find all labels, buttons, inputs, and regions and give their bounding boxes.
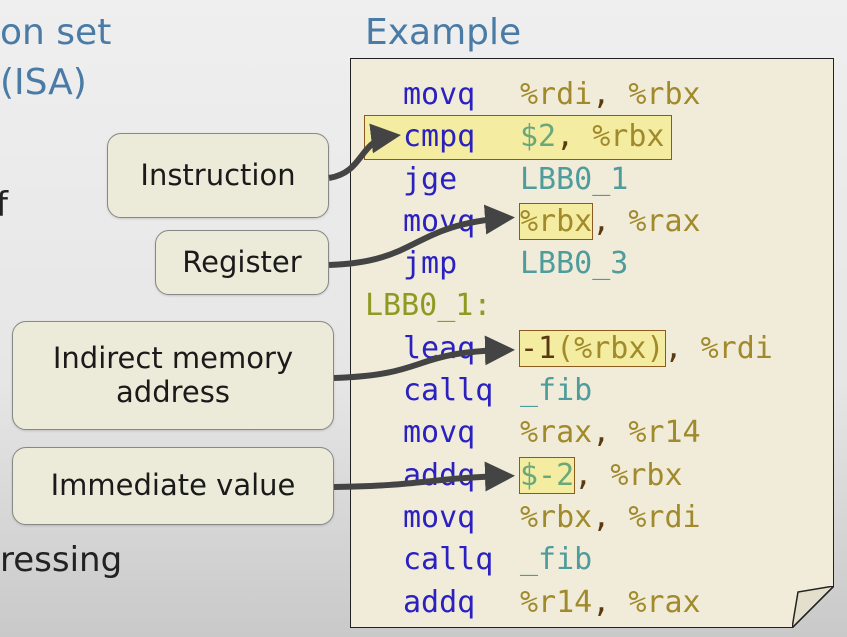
arrow-register — [328, 204, 515, 268]
arrow-immediate — [333, 461, 515, 492]
callout-arrows — [328, 123, 515, 492]
arrow-indirect — [333, 335, 515, 381]
arrow-instruction — [328, 123, 401, 181]
